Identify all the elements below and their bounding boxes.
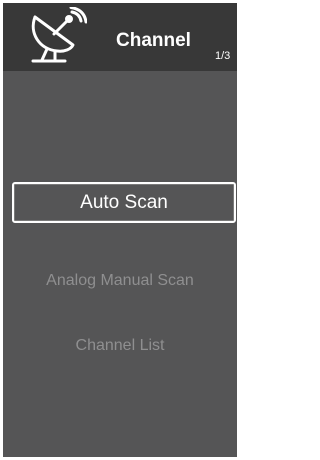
menu-item-label: Auto Scan [80,192,168,213]
channel-menu-screen: Channel 1/3 Auto Scan Analog Manual Scan… [3,3,237,457]
menu-item-label: Analog Manual Scan [46,272,194,289]
menu-item-analog-manual-scan[interactable]: Analog Manual Scan [3,271,237,291]
menu-header: Channel 1/3 [3,3,237,71]
page-indicator: 1/3 [215,50,231,62]
menu-item-channel-list[interactable]: Channel List [3,336,237,356]
menu-title: Channel [116,30,191,51]
menu-item-label: Channel List [75,337,165,354]
satellite-dish-icon [31,7,87,63]
menu-item-auto-scan[interactable]: Auto Scan [12,182,236,223]
